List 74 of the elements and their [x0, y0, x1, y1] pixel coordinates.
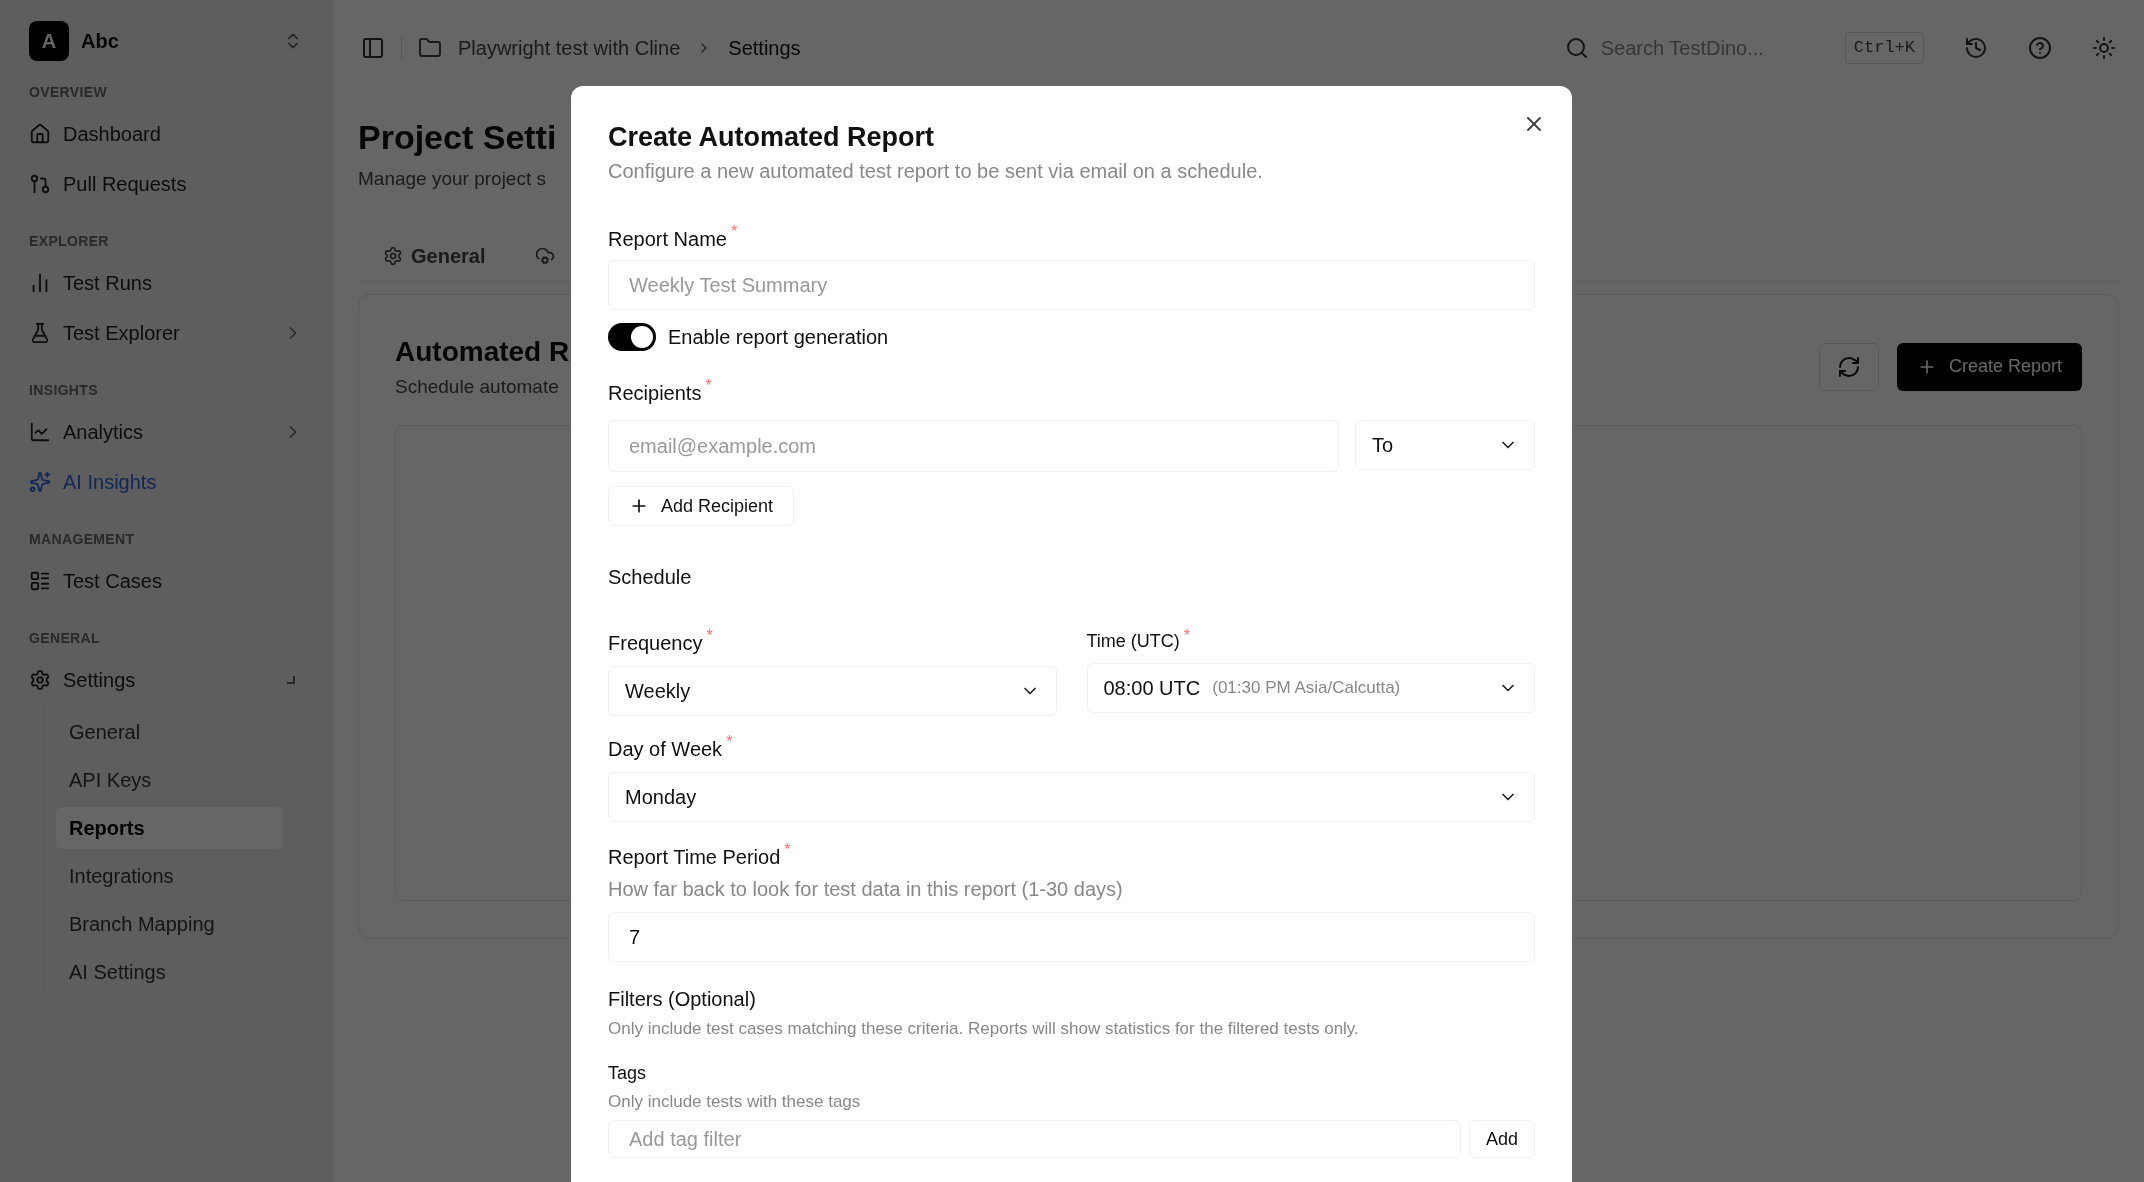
workspace-avatar[interactable]: A	[29, 21, 69, 61]
field-hint: Only include tests with these tags	[608, 1090, 862, 1113]
sidebar-toggle-icon[interactable]	[361, 36, 385, 60]
recipient-type-select[interactable]: To	[1355, 420, 1535, 470]
list-icon	[29, 570, 51, 592]
flask-icon	[29, 322, 51, 344]
tab[interactable]: General	[383, 241, 486, 271]
day-of-week-select[interactable]: Monday	[608, 772, 1535, 822]
pull-request-icon	[29, 173, 51, 195]
time-select[interactable]: 08:00 UTC (01:30 PM Asia/Calcutta)	[1086, 663, 1535, 713]
tag-filter-field[interactable]: Add tag filter	[608, 1120, 1461, 1158]
theme-icon[interactable]	[2092, 36, 2116, 60]
sidebar-item[interactable]: Test Explorer	[29, 308, 303, 358]
field-label: Day of Week	[608, 737, 723, 762]
search-icon	[1564, 36, 1589, 60]
required-mark: *	[705, 378, 712, 394]
refresh-button[interactable]	[1818, 342, 1879, 391]
sidebar-item[interactable]: Test Runs	[29, 258, 303, 308]
field-hint: How far back to look for test data in this report (1-30 days)	[608, 877, 1124, 902]
settings-icon	[383, 246, 403, 266]
report-name-field[interactable]: Weekly Test Summary	[608, 260, 1535, 310]
toggle-switch[interactable]	[608, 323, 656, 351]
field-label: Report Name	[608, 227, 727, 252]
refresh-icon	[1836, 354, 1861, 379]
sidebar-subitem[interactable]: API Keys	[56, 759, 283, 801]
history-icon[interactable]	[1964, 36, 1988, 60]
add-tag-button[interactable]: Add	[1468, 1120, 1535, 1158]
required-mark: *	[784, 842, 791, 858]
folder-icon	[418, 36, 442, 60]
add-recipient-button[interactable]: Add Recipient	[608, 486, 795, 526]
breadcrumb-item[interactable]: Settings	[728, 33, 801, 63]
home-icon	[29, 123, 51, 145]
frequency-select[interactable]: Weekly	[608, 666, 1057, 716]
card-title: Automated R	[395, 334, 570, 369]
field-label: Frequency	[608, 631, 703, 656]
section-heading: Schedule	[608, 565, 693, 590]
line-chart-icon	[29, 421, 51, 443]
create-report-button[interactable]: Create Report	[1896, 342, 2082, 391]
field-label: Tags	[608, 1061, 647, 1085]
required-mark: *	[726, 734, 733, 750]
required-mark: *	[1183, 628, 1191, 644]
sidebar-item[interactable]: Test Cases	[29, 556, 303, 606]
page-subtitle: Manage your project s	[358, 167, 546, 191]
toggle-label: Enable report generation	[668, 325, 889, 350]
sidebar-subitem[interactable]: Branch Mapping	[56, 903, 283, 945]
sidebar-subitem[interactable]: Reports	[56, 807, 283, 849]
sidebar-subitem[interactable]: Integrations	[56, 855, 283, 897]
workspace-name[interactable]: Abc	[81, 26, 119, 56]
field-label: Time (UTC)	[1086, 630, 1180, 653]
sidebar-item[interactable]: Settings	[29, 655, 303, 705]
field-label: Report Time Period	[608, 845, 781, 870]
dialog-description: Configure a new automated test report to be sent via email on a schedule.	[608, 159, 1264, 184]
sidebar-subitem[interactable]: General	[56, 711, 283, 753]
card-subtitle: Schedule automate	[395, 374, 559, 399]
sidebar-subitem[interactable]: AI Settings	[56, 951, 283, 993]
sparkles-icon	[29, 471, 51, 493]
time-period-field[interactable]: 7	[608, 912, 1535, 962]
sidebar-item[interactable]: Dashboard	[29, 109, 303, 159]
section-heading: Filters (Optional)	[608, 987, 757, 1012]
breadcrumb-item[interactable]: Playwright test with Cline	[458, 33, 681, 63]
help-icon[interactable]	[2028, 36, 2052, 60]
sidebar-item[interactable]: Pull Requests	[29, 159, 303, 209]
email-field[interactable]: email@example.com	[608, 420, 1339, 472]
sidebar-item[interactable]: AI Insights	[29, 457, 303, 507]
field-label: Recipients	[608, 381, 702, 406]
dialog-title: Create Automated Report	[608, 122, 936, 152]
cloud-icon[interactable]	[535, 246, 556, 266]
section-description: Only include test cases matching these criteria. Reports will show statistics for the filtered tests only.	[608, 1018, 1360, 1040]
required-mark: *	[706, 628, 713, 644]
keyboard-shortcut: Ctrl+K	[1844, 32, 1924, 64]
settings-icon	[29, 669, 51, 691]
required-mark: *	[730, 224, 738, 240]
page-title: Project Setti	[358, 117, 557, 158]
sidebar-item[interactable]: Analytics	[29, 407, 303, 457]
